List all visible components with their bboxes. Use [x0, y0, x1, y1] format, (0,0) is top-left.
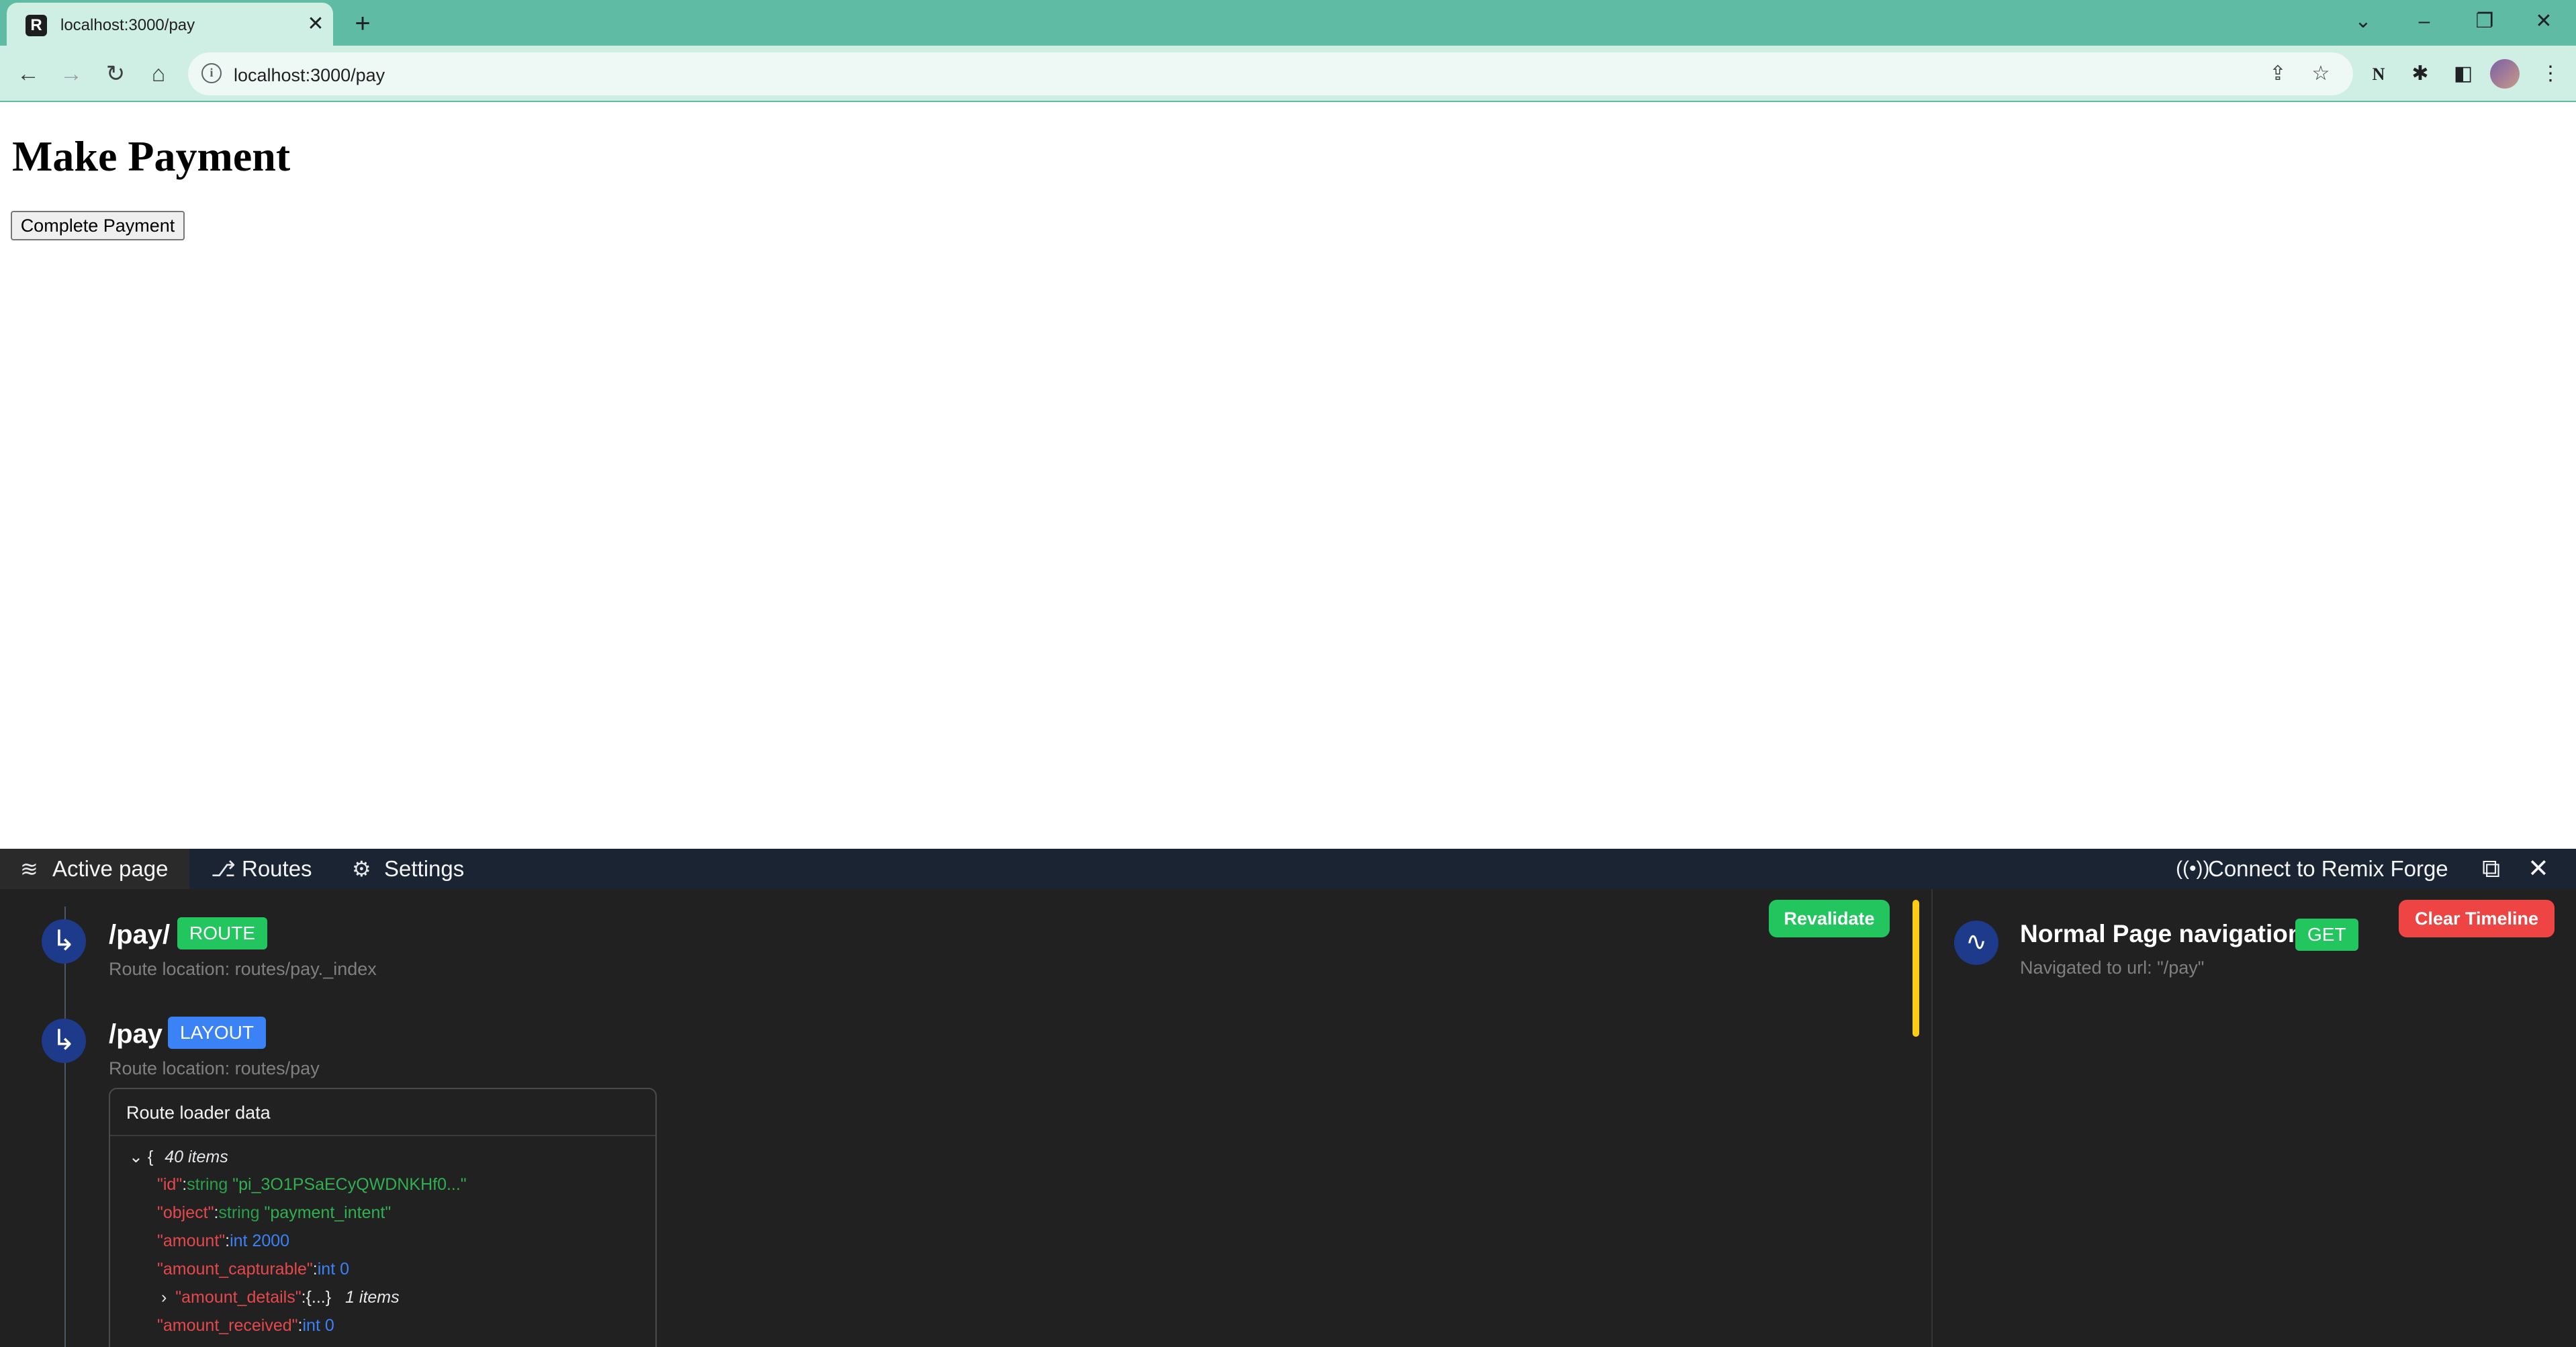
- json-value: 2000: [252, 1232, 290, 1250]
- timeline-event-title: Normal Page navigation: [2020, 920, 2303, 947]
- json-colon: :: [301, 1288, 306, 1307]
- json-entry: "amount_capturable":int 0: [157, 1260, 349, 1279]
- route-icon: ⎇: [211, 857, 236, 881]
- revalidate-button[interactable]: Revalidate: [1769, 900, 1890, 937]
- json-key: "id": [157, 1175, 183, 1194]
- route-tree-line: [64, 907, 66, 1347]
- json-type: int: [230, 1232, 248, 1250]
- address-url[interactable]: localhost:3000/pay: [234, 65, 385, 86]
- json-value: 0: [324, 1316, 334, 1335]
- page-title: Make Payment: [12, 132, 291, 180]
- layout-arrow-icon: ↳: [42, 1019, 86, 1063]
- json-key: "amount_details": [175, 1288, 302, 1307]
- json-key: "amount_received": [157, 1316, 298, 1335]
- share-icon[interactable]: ⇪: [2264, 60, 2291, 87]
- window-close-icon[interactable]: ✕: [2522, 5, 2565, 38]
- tab-active-page[interactable]: ≋ Active page: [0, 849, 189, 889]
- side-panel-icon[interactable]: ◧: [2446, 56, 2481, 91]
- json-colon: :: [312, 1260, 318, 1279]
- json-count: 40 items: [165, 1148, 228, 1166]
- route-location: Route location: routes/pay._index: [109, 959, 377, 979]
- address-bar[interactable]: i localhost:3000/pay ⇪ ☆: [188, 52, 2353, 95]
- json-entry: "id":string "pi_3O1PSaECyQWDNKHf0...": [157, 1175, 467, 1195]
- devtools-tabbar: ≋ Active page ⎇ Routes ⚙ Settings ((•)) …: [0, 849, 2576, 889]
- json-colon: :: [297, 1316, 303, 1335]
- broadcast-icon: ((•)): [2176, 857, 2210, 880]
- gear-icon: ⚙: [352, 857, 371, 881]
- tab-routes-label: Routes: [242, 856, 312, 881]
- bookmark-star-icon[interactable]: ☆: [2307, 60, 2334, 87]
- tab-settings-label: Settings: [384, 856, 465, 881]
- browser-tabstrip: R localhost:3000/pay ✕ + ⌄ – ❐ ✕: [0, 0, 2576, 46]
- tab-close-icon[interactable]: ✕: [302, 11, 329, 38]
- json-count: 1 items: [345, 1288, 400, 1307]
- tab-active-page-label: Active page: [52, 856, 169, 881]
- toolbar-divider: [0, 101, 2576, 102]
- json-value: "payment_intent": [264, 1203, 392, 1222]
- clear-timeline-button[interactable]: Clear Timeline: [2399, 900, 2555, 937]
- layers-icon: ≋: [20, 857, 38, 881]
- site-info-icon[interactable]: i: [201, 63, 222, 83]
- close-devtools-icon[interactable]: ✕: [2528, 849, 2549, 889]
- detach-panel-icon[interactable]: ⧉: [2482, 849, 2500, 889]
- json-type: string: [218, 1203, 260, 1222]
- layout-path: /pay: [109, 1019, 163, 1049]
- menu-kebab-icon[interactable]: ⋮: [2533, 56, 2568, 91]
- json-entry: "object":string "payment_intent": [157, 1203, 391, 1223]
- tab-title: localhost:3000/pay: [60, 16, 195, 34]
- route-loader-data-box: Route loader data ⌄ { 40 items "id":stri…: [109, 1088, 657, 1347]
- route-type-badge: ROUTE: [177, 917, 267, 949]
- activity-pulse-icon: ∿: [1954, 921, 1998, 965]
- tab-routes[interactable]: ⎇ Routes: [195, 849, 329, 889]
- json-value: "pi_3O1PSaECyQWDNKHf0...": [232, 1175, 467, 1194]
- reload-icon[interactable]: ↻: [98, 56, 133, 91]
- notion-extension-icon[interactable]: N: [2361, 56, 2396, 91]
- back-arrow-icon[interactable]: ←: [11, 56, 46, 91]
- browser-tab[interactable]: R localhost:3000/pay ✕: [7, 3, 333, 46]
- scrollbar-thumb[interactable]: [1913, 900, 1919, 1037]
- panel-divider[interactable]: [1931, 889, 1933, 1347]
- loader-title: Route loader data: [126, 1103, 271, 1123]
- home-icon[interactable]: ⌂: [141, 56, 176, 91]
- new-tab-button[interactable]: +: [347, 8, 379, 40]
- json-entry: "amount":int 2000: [157, 1232, 289, 1251]
- tab-settings[interactable]: ⚙ Settings: [334, 849, 486, 889]
- connect-forge-label: Connect to Remix Forge: [2208, 856, 2448, 881]
- json-root[interactable]: ⌄ { 40 items: [129, 1147, 228, 1167]
- extensions-puzzle-icon[interactable]: ✱: [2403, 56, 2438, 91]
- forward-arrow-icon[interactable]: →: [54, 56, 89, 91]
- json-type: int: [317, 1260, 336, 1279]
- json-key: "amount_capturable": [157, 1260, 313, 1279]
- layout-type-badge: LAYOUT: [168, 1017, 266, 1049]
- complete-payment-button[interactable]: Complete Payment: [11, 211, 185, 240]
- restore-icon[interactable]: ❐: [2463, 5, 2506, 38]
- json-type: int: [302, 1316, 320, 1335]
- expand-caret-icon[interactable]: ›: [161, 1288, 167, 1307]
- json-type: string: [187, 1175, 228, 1194]
- route-path: /pay/: [109, 920, 171, 949]
- json-value: 0: [340, 1260, 350, 1279]
- json-key: "object": [157, 1203, 214, 1222]
- http-method-badge: GET: [2295, 919, 2358, 951]
- collapse-caret-icon[interactable]: ⌄: [129, 1148, 143, 1166]
- minimize-icon[interactable]: –: [2403, 5, 2446, 38]
- browser-toolbar: ← → ↻ ⌂ i localhost:3000/pay ⇪ ☆ N ✱ ◧ ⋮: [0, 46, 2576, 102]
- layout-location: Route location: routes/pay: [109, 1058, 320, 1078]
- route-arrow-icon: ↳: [42, 919, 86, 964]
- loader-divider: [110, 1135, 655, 1136]
- json-key: "amount": [157, 1232, 226, 1250]
- json-collapsed-object: {...}: [306, 1288, 332, 1307]
- json-entry: "amount_received":int 0: [157, 1316, 334, 1336]
- timeline-event-subtitle: Navigated to url: "/pay": [2020, 958, 2205, 978]
- tab-search-chevron-icon[interactable]: ⌄: [2342, 5, 2385, 38]
- json-entry-collapsed[interactable]: › "amount_details":{...} 1 items: [161, 1288, 400, 1307]
- profile-avatar[interactable]: [2490, 59, 2520, 89]
- remix-favicon-icon: R: [26, 15, 47, 36]
- json-brace: {: [147, 1148, 154, 1166]
